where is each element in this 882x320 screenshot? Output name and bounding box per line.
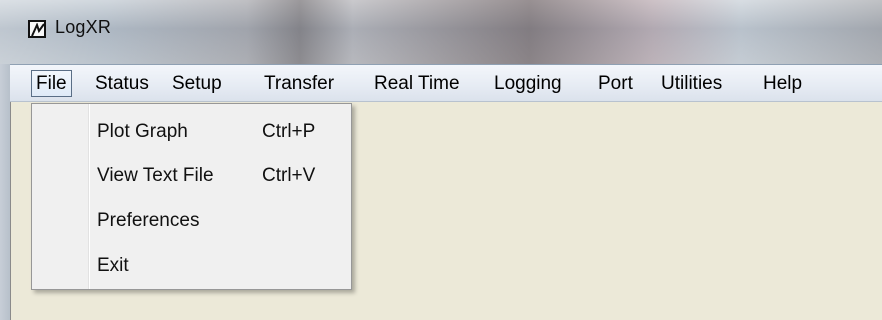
menu-file[interactable]: File (31, 70, 72, 97)
menu-real-time[interactable]: Real Time (374, 65, 460, 103)
menu-item-shortcut: Ctrl+P (262, 121, 316, 142)
menu-item-exit[interactable]: Exit (32, 244, 351, 288)
menu-item-label: Exit (97, 255, 129, 276)
menu-item-plot-graph[interactable]: Plot Graph Ctrl+P (32, 110, 351, 154)
menu-setup[interactable]: Setup (172, 65, 222, 103)
menu-transfer[interactable]: Transfer (264, 65, 334, 103)
title-bar[interactable]: LogXR (0, 0, 882, 64)
menu-help[interactable]: Help (763, 65, 802, 103)
menu-item-label: Preferences (97, 210, 200, 231)
menu-item-preferences[interactable]: Preferences (32, 199, 351, 243)
menu-item-label: Plot Graph (97, 121, 188, 142)
window-title: LogXR (55, 17, 112, 37)
menu-bar: File Status Setup Transfer Real Time Log… (10, 64, 882, 102)
menu-utilities[interactable]: Utilities (661, 65, 722, 103)
menu-port[interactable]: Port (598, 65, 633, 103)
menu-logging[interactable]: Logging (494, 65, 562, 103)
app-logo-icon[interactable] (28, 20, 46, 38)
menu-item-shortcut: Ctrl+V (262, 165, 316, 186)
menu-item-view-text-file[interactable]: View Text File Ctrl+V (32, 154, 351, 198)
file-menu-dropdown: Plot Graph Ctrl+P View Text File Ctrl+V … (31, 103, 352, 290)
app-window: LogXR File Status Setup Transfer Real Ti… (0, 0, 882, 320)
window-left-frame (0, 64, 10, 320)
menu-item-label: View Text File (97, 165, 214, 186)
menu-status[interactable]: Status (95, 65, 149, 103)
